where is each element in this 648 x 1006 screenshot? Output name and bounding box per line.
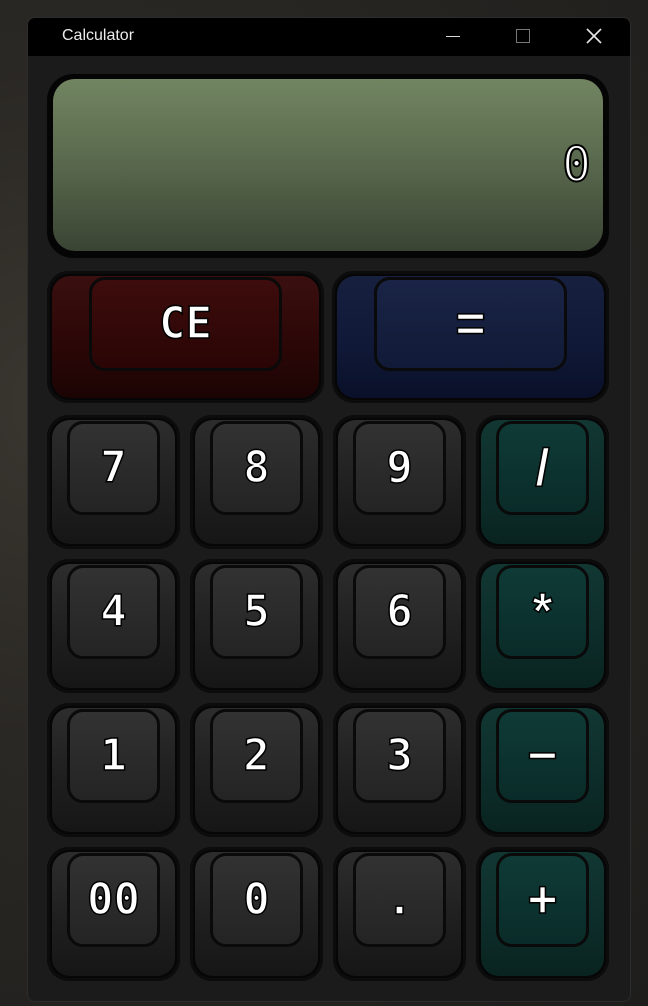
subtract-button[interactable]: − — [476, 703, 609, 837]
key-9-label: 9 — [386, 442, 414, 493]
maximize-button[interactable] — [493, 18, 553, 56]
decimal-button[interactable]: . — [333, 847, 466, 981]
key-cap: − — [496, 709, 589, 803]
minimize-icon — [446, 36, 460, 37]
subtract-label: − — [527, 727, 559, 785]
key-8-label: 8 — [243, 442, 271, 493]
divide-button[interactable]: / — [476, 415, 609, 549]
key-00-label: 00 — [86, 874, 140, 925]
key-9[interactable]: 9 — [333, 415, 466, 549]
clear-button[interactable]: CE — [47, 271, 324, 403]
key-cap: 00 — [67, 853, 160, 947]
key-cap: 5 — [210, 565, 303, 659]
key-cap: 3 — [353, 709, 446, 803]
key-cap: . — [353, 853, 446, 947]
key-1-label: 1 — [100, 730, 128, 781]
clear-label: CE — [158, 298, 212, 349]
calculator-window: Calculator 0 CE = 7 8 9 / 4 5 6 * 1 2 3 … — [27, 17, 631, 1002]
key-2-label: 2 — [243, 730, 271, 781]
key-5[interactable]: 5 — [190, 559, 323, 693]
key-cap: 8 — [210, 421, 303, 515]
display-panel: 0 — [47, 74, 609, 258]
close-button[interactable] — [564, 18, 624, 56]
key-3[interactable]: 3 — [333, 703, 466, 837]
key-cap: * — [496, 565, 589, 659]
display-value: 0 — [561, 137, 593, 193]
key-cap: = — [374, 277, 567, 371]
minimize-button[interactable] — [424, 18, 484, 56]
add-label: + — [527, 871, 559, 929]
multiply-button[interactable]: * — [476, 559, 609, 693]
multiply-label: * — [532, 583, 554, 641]
key-2[interactable]: 2 — [190, 703, 323, 837]
key-cap: 2 — [210, 709, 303, 803]
key-cap: + — [496, 853, 589, 947]
key-1[interactable]: 1 — [47, 703, 180, 837]
key-6[interactable]: 6 — [333, 559, 466, 693]
key-7[interactable]: 7 — [47, 415, 180, 549]
key-0-label: 0 — [243, 874, 271, 925]
key-cap: 9 — [353, 421, 446, 515]
key-4[interactable]: 4 — [47, 559, 180, 693]
key-cap: 1 — [67, 709, 160, 803]
key-5-label: 5 — [243, 586, 271, 637]
key-7-label: 7 — [100, 442, 128, 493]
key-cap: 7 — [67, 421, 160, 515]
key-8[interactable]: 8 — [190, 415, 323, 549]
key-3-label: 3 — [386, 730, 414, 781]
key-00[interactable]: 00 — [47, 847, 180, 981]
display-screen: 0 — [53, 79, 603, 251]
key-cap: 0 — [210, 853, 303, 947]
title-bar: Calculator — [28, 18, 630, 56]
equals-button[interactable]: = — [332, 271, 609, 403]
close-icon — [586, 28, 602, 44]
key-cap: 4 — [67, 565, 160, 659]
key-4-label: 4 — [100, 586, 128, 637]
divide-label: / — [534, 439, 550, 497]
key-cap: / — [496, 421, 589, 515]
maximize-icon — [516, 29, 530, 43]
key-6-label: 6 — [386, 586, 414, 637]
key-cap: 6 — [353, 565, 446, 659]
key-0[interactable]: 0 — [190, 847, 323, 981]
window-title: Calculator — [62, 27, 135, 44]
decimal-label: . — [386, 874, 414, 925]
add-button[interactable]: + — [476, 847, 609, 981]
equals-label: = — [455, 295, 487, 353]
key-cap: CE — [89, 277, 282, 371]
